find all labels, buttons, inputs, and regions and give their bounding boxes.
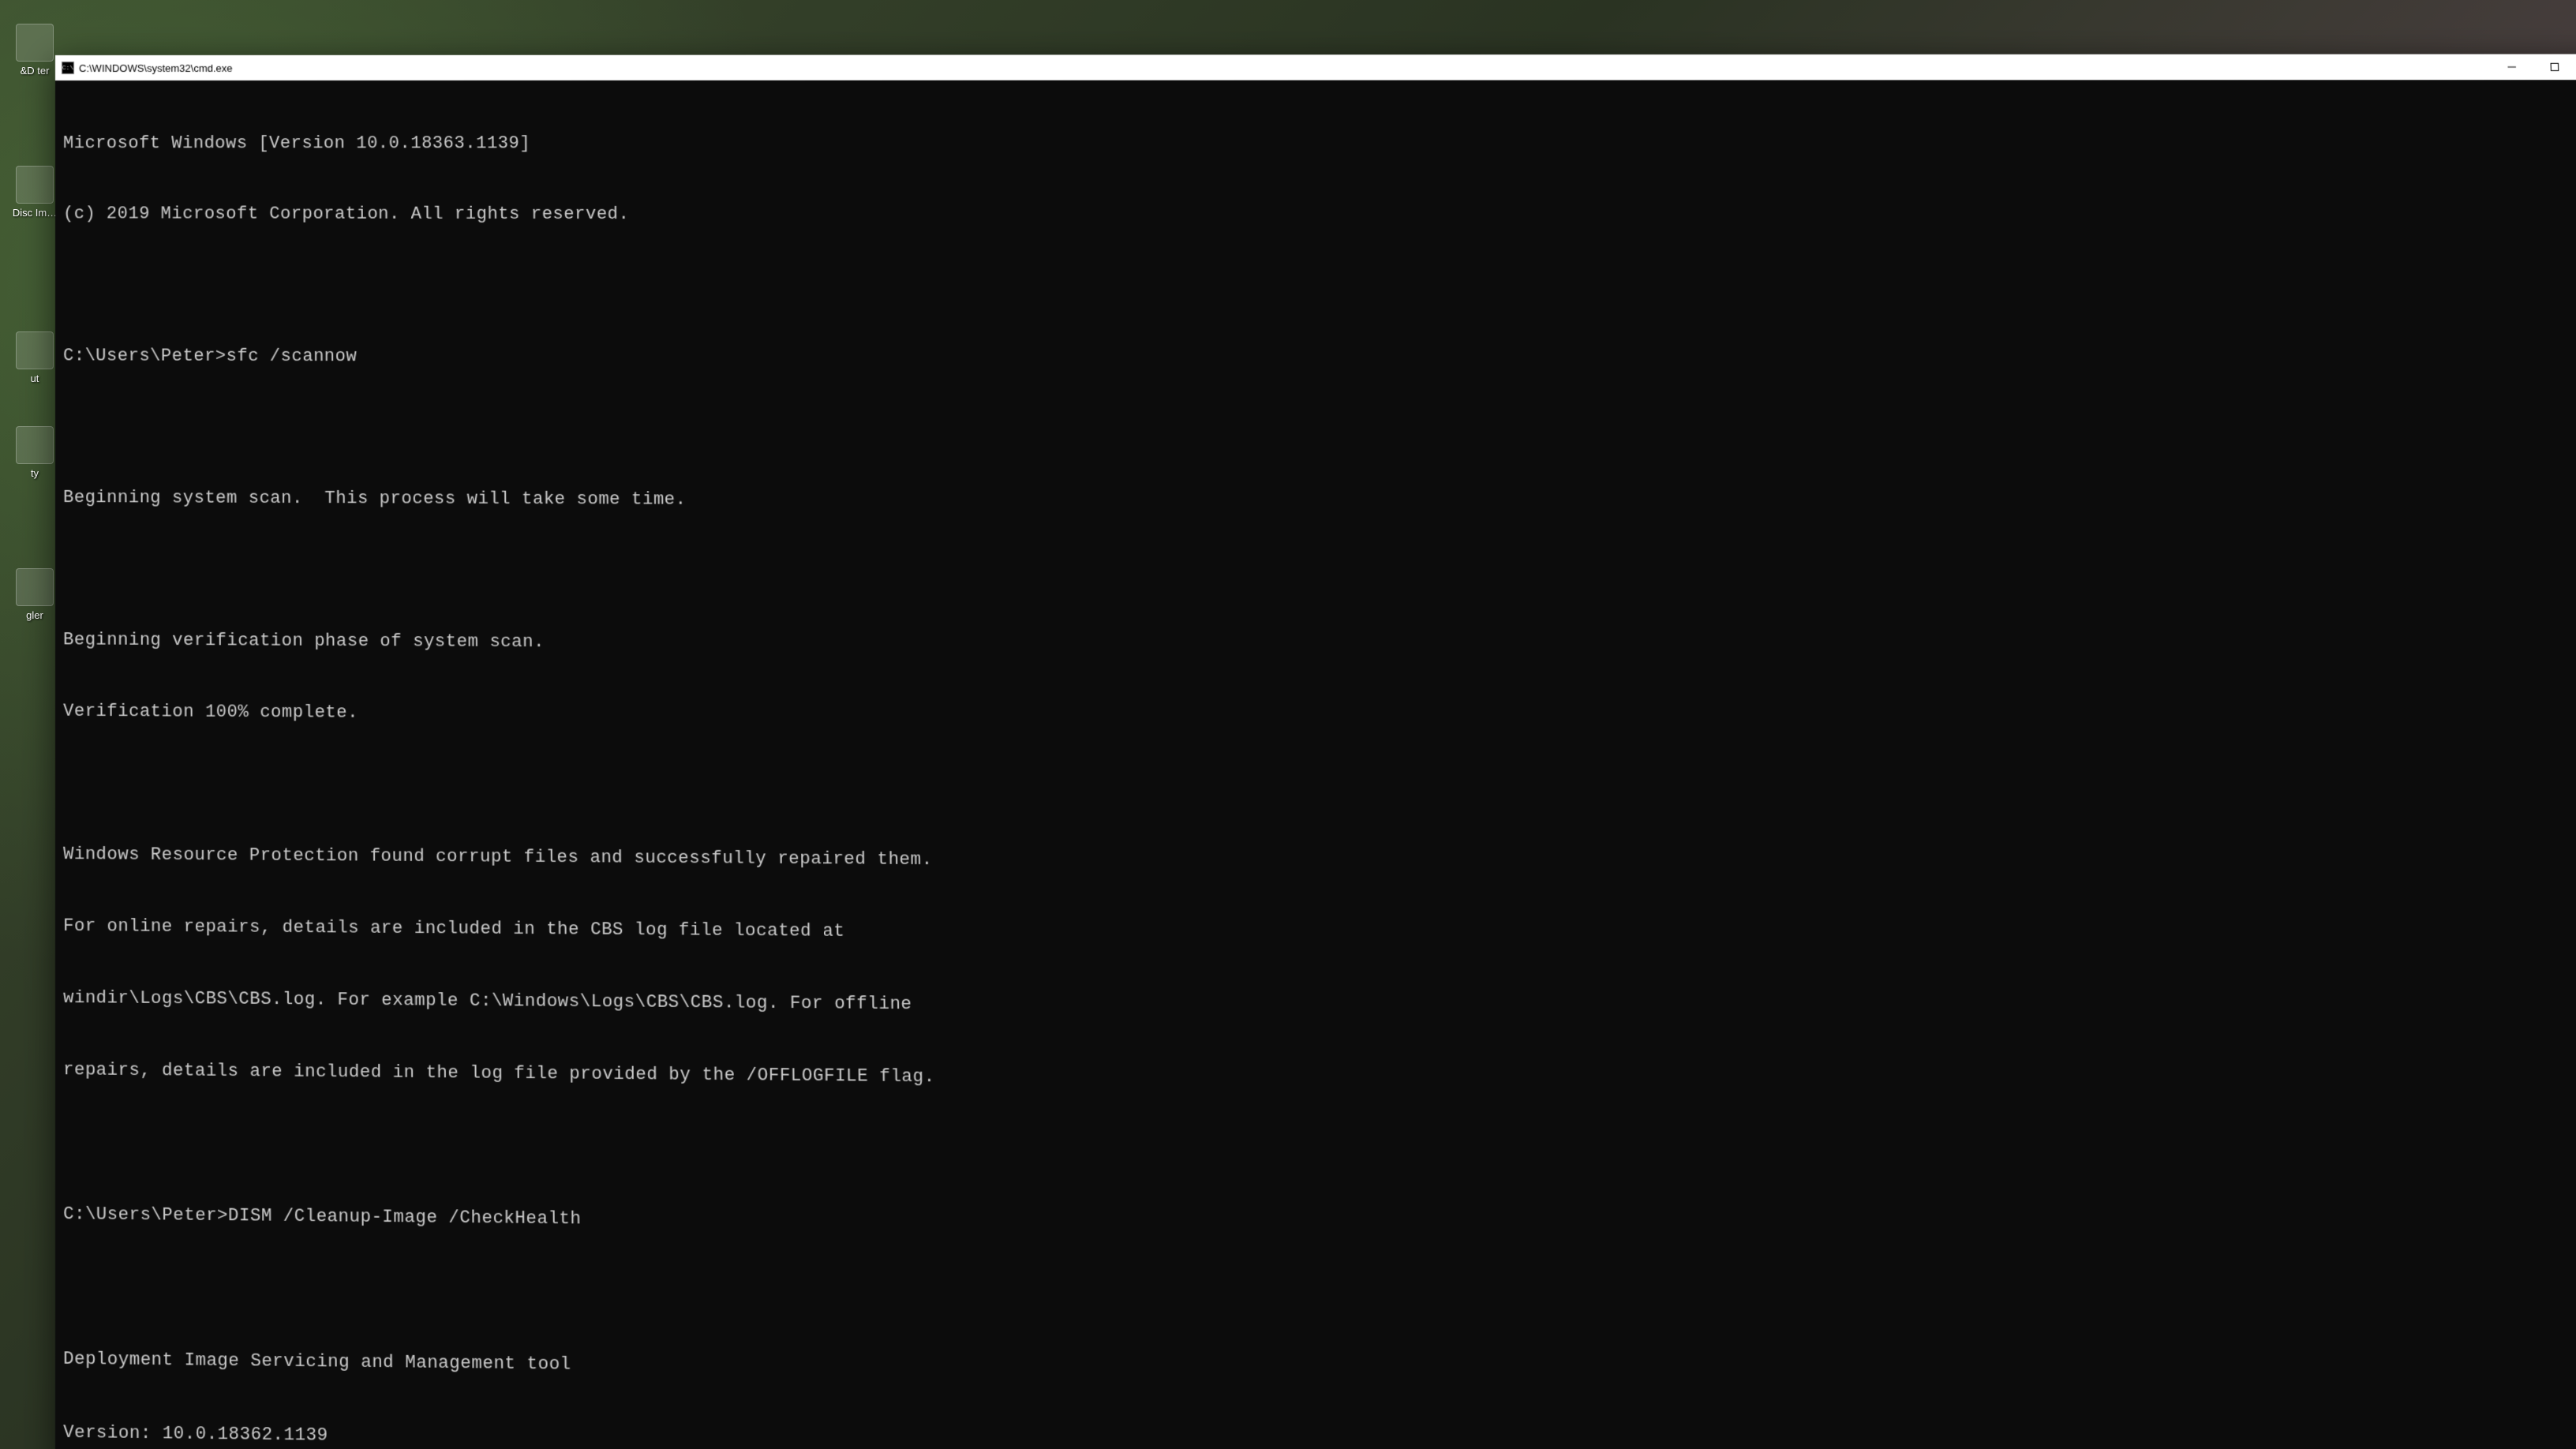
desktop-icon-label: ty: [31, 467, 39, 479]
minimize-button[interactable]: [2492, 54, 2531, 80]
cmd-icon: C:\: [62, 62, 74, 74]
terminal-line: Beginning system scan. This process will…: [63, 486, 2576, 519]
terminal-line: Windows Resource Protection found corrup…: [63, 843, 2576, 883]
terminal-line: [63, 771, 2576, 810]
generic-icon: [16, 568, 54, 606]
terminal-line: Verification 100% complete.: [63, 699, 2576, 736]
terminal-line: [63, 557, 2576, 591]
terminal-line: C:\Users\Peter>sfc /scannow: [63, 344, 2576, 373]
terminal-line: [63, 415, 2576, 446]
desktop-icon-label: ut: [31, 373, 39, 384]
terminal-output[interactable]: Microsoft Windows [Version 10.0.18363.11…: [55, 80, 2576, 1449]
maximize-icon: [2551, 63, 2559, 71]
minimize-icon: [2507, 63, 2516, 71]
terminal-line: Microsoft Windows [Version 10.0.18363.11…: [63, 132, 2576, 156]
terminal-line: [63, 1130, 2576, 1178]
generic-icon: [16, 331, 54, 369]
terminal-line: For online repairs, details are included…: [63, 915, 2576, 957]
terminal-line: C:\Users\Peter>DISM /Cleanup-Image /Chec…: [63, 1203, 2576, 1252]
maximize-button[interactable]: [2535, 54, 2574, 80]
desktop-icon-label: Disc Im…: [13, 207, 57, 219]
generic-icon: [16, 24, 54, 62]
terminal-line: [63, 1275, 2576, 1326]
terminal-line: Version: 10.0.18362.1139: [63, 1421, 2576, 1449]
terminal-line: repairs, details are included in the log…: [63, 1058, 2576, 1104]
window-title: C:\WINDOWS\system32\cmd.exe: [79, 62, 233, 73]
titlebar-spacer: [238, 67, 2488, 68]
terminal-line: Beginning verification phase of system s…: [63, 628, 2576, 664]
terminal-line: windir\Logs\CBS\CBS.log. For example C:\…: [63, 987, 2576, 1030]
terminal-line: (c) 2019 Microsoft Corporation. All righ…: [63, 203, 2576, 229]
desktop-icon-label: gler: [26, 609, 43, 621]
terminal-line: Deployment Image Servicing and Managemen…: [63, 1348, 2576, 1400]
titlebar[interactable]: C:\ C:\WINDOWS\system32\cmd.exe: [55, 54, 2576, 80]
desktop-icon-label: &D ter: [21, 65, 50, 77]
terminal-line: [63, 273, 2576, 301]
command-prompt-window: C:\ C:\WINDOWS\system32\cmd.exe Microsof…: [55, 54, 2576, 1449]
generic-icon: [16, 166, 54, 204]
generic-icon: [16, 426, 54, 464]
